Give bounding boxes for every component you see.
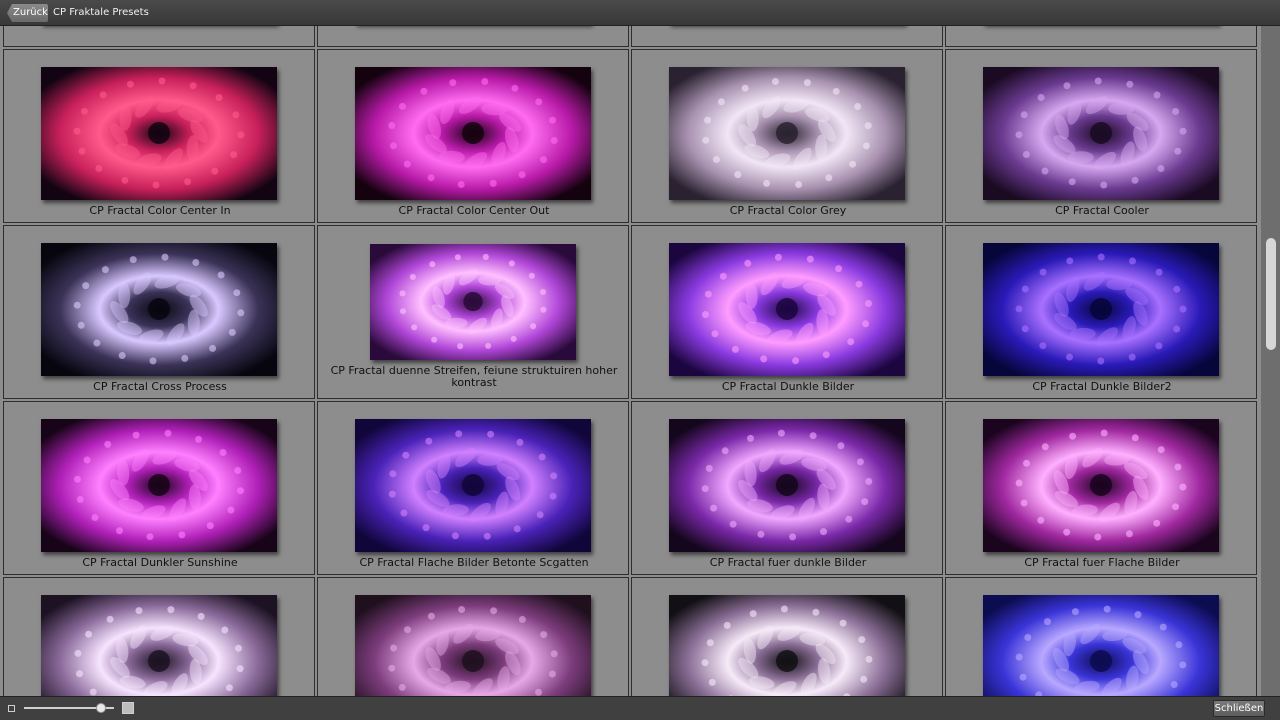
preset-label: CP Fractal Color Center In — [89, 204, 231, 217]
back-button[interactable]: Zurück — [7, 4, 48, 22]
preset-thumbnail[interactable] — [983, 67, 1219, 200]
preset-label: CP Fractal fuer Flache Bilder — [1024, 556, 1180, 569]
preset-thumbnail[interactable] — [41, 595, 277, 696]
title-bar: Zurück CP Fraktale Presets — [0, 0, 1280, 26]
preset-tile[interactable]: CP Fractal Color Grey — [631, 49, 943, 223]
preset-tile[interactable] — [631, 577, 943, 696]
preset-thumbnail[interactable] — [41, 243, 277, 376]
preset-thumbnail[interactable] — [669, 67, 905, 200]
preset-tile[interactable]: CP Fractal duenne Streifen, feiune struk… — [317, 225, 629, 399]
preset-thumbnail[interactable] — [669, 243, 905, 376]
zoom-slider-handle[interactable] — [95, 703, 106, 713]
preset-thumbnail[interactable] — [41, 67, 277, 200]
preset-thumbnail[interactable] — [669, 419, 905, 552]
preset-thumbnail[interactable] — [41, 419, 277, 552]
preset-gallery: CP Fractal Color Center In CP Fractal Col… — [3, 26, 1259, 696]
preset-label: CP Fractal Color Grey — [729, 204, 847, 217]
preset-tile[interactable] — [945, 577, 1257, 696]
preset-tile[interactable] — [631, 26, 943, 47]
preset-thumbnail[interactable] — [983, 595, 1219, 696]
preset-label: CP Fractal Flache Bilder Betonte Scgatte… — [359, 556, 589, 569]
preset-tile[interactable] — [3, 577, 315, 696]
preset-tile[interactable] — [317, 26, 629, 47]
preset-tile[interactable] — [317, 577, 629, 696]
zoom-in-icon[interactable] — [122, 702, 134, 714]
preset-thumbnail[interactable] — [669, 595, 905, 696]
preset-label: CP Fractal Dunkle Bilder2 — [1032, 380, 1172, 393]
preset-label: CP Fractal Color Center Out — [398, 204, 550, 217]
preset-label: CP Fractal Cross Process — [93, 380, 227, 393]
zoom-out-icon[interactable] — [8, 705, 15, 712]
preset-thumbnail[interactable] — [370, 244, 576, 360]
preset-thumbnail[interactable] — [983, 243, 1219, 376]
scrollbar-thumb[interactable] — [1266, 238, 1276, 350]
vertical-scrollbar[interactable] — [1261, 26, 1280, 696]
preset-thumbnail[interactable] — [355, 67, 591, 200]
preset-label: CP Fractal Dunkle Bilder — [721, 380, 855, 393]
preset-tile[interactable]: CP Fractal Dunkle Bilder2 — [945, 225, 1257, 399]
preset-tile[interactable]: CP Fractal Color Center In — [3, 49, 315, 223]
preset-tile[interactable] — [945, 26, 1257, 47]
preset-thumbnail[interactable] — [355, 419, 591, 552]
preset-tile[interactable]: CP Fractal Dunkle Bilder — [631, 225, 943, 399]
page-title: CP Fraktale Presets — [53, 7, 149, 18]
preset-thumbnail[interactable] — [983, 419, 1219, 552]
preset-tile[interactable]: CP Fractal Color Center Out — [317, 49, 629, 223]
preset-tile[interactable] — [3, 26, 315, 47]
bottom-bar: Schließen — [0, 696, 1280, 720]
preset-label: CP Fractal duenne Streifen, feiune struk… — [330, 364, 618, 389]
preset-thumbnail[interactable] — [355, 595, 591, 696]
preset-label: CP Fractal Dunkler Sunshine — [82, 556, 238, 569]
preset-tile[interactable]: CP Fractal Flache Bilder Betonte Scgatte… — [317, 401, 629, 575]
preset-tile[interactable]: CP Fractal Cross Process — [3, 225, 315, 399]
preset-tile[interactable]: CP Fractal fuer Flache Bilder — [945, 401, 1257, 575]
preset-tile[interactable]: CP Fractal fuer dunkle Bilder — [631, 401, 943, 575]
preset-label: CP Fractal Cooler — [1055, 204, 1149, 217]
preset-tile[interactable]: CP Fractal Dunkler Sunshine — [3, 401, 315, 575]
zoom-slider[interactable] — [24, 703, 114, 713]
preset-tile[interactable]: CP Fractal Cooler — [945, 49, 1257, 223]
preset-label: CP Fractal fuer dunkle Bilder — [709, 556, 867, 569]
close-button[interactable]: Schließen — [1213, 700, 1265, 717]
